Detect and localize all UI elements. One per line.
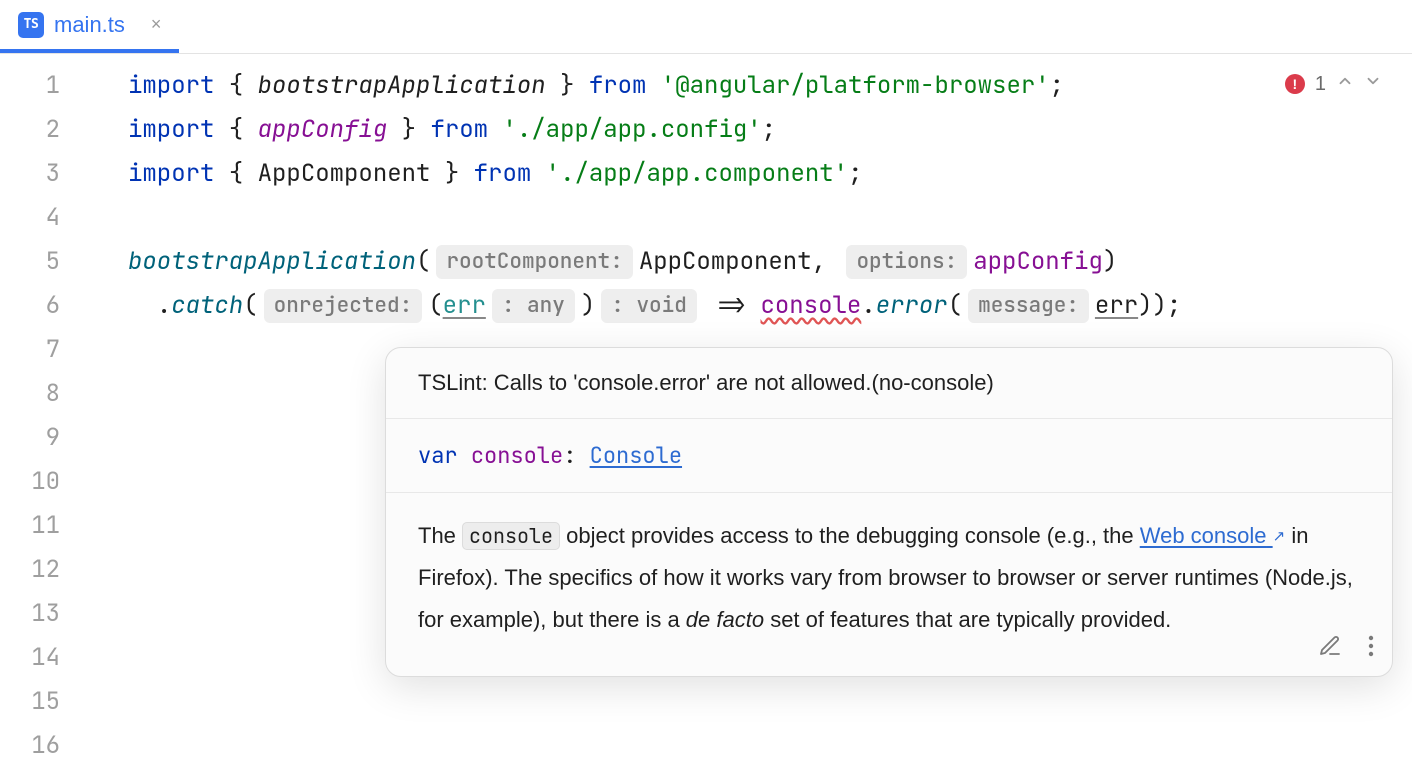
- inlay-hint: message:: [968, 289, 1089, 323]
- code-line: import { appConfig } from './app/app.con…: [128, 108, 1412, 152]
- editor-tab-main-ts[interactable]: TS main.ts ×: [0, 0, 179, 53]
- documentation-popup: TSLint: Calls to 'console.error' are not…: [385, 347, 1393, 677]
- edit-icon[interactable]: [1318, 634, 1342, 658]
- tab-filename: main.ts: [54, 12, 125, 38]
- code-line: bootstrapApplication(rootComponent:AppCo…: [128, 240, 1412, 284]
- more-icon[interactable]: [1368, 634, 1374, 658]
- external-link-icon: ↗: [1273, 523, 1286, 552]
- code-line: import { bootstrapApplication } from '@a…: [128, 64, 1412, 108]
- lint-message: TSLint: Calls to 'console.error' are not…: [386, 348, 1392, 418]
- typescript-file-icon: TS: [18, 12, 44, 38]
- inlay-hint: rootComponent:: [436, 245, 632, 279]
- type-link[interactable]: Console: [590, 441, 682, 470]
- inlay-hint: : void: [601, 289, 697, 323]
- code-line: .catch(onrejected:(err: any): void => co…: [128, 284, 1412, 328]
- web-console-link[interactable]: Web console ↗: [1140, 523, 1285, 548]
- inlay-hint: : any: [492, 289, 575, 323]
- type-signature: var console: Console: [386, 418, 1392, 492]
- doc-description: The console object provides access to th…: [386, 492, 1392, 676]
- editor-tabbar: TS main.ts ×: [0, 0, 1412, 54]
- code-chip: console: [462, 522, 560, 550]
- close-icon[interactable]: ×: [151, 14, 162, 35]
- inlay-hint: options:: [846, 245, 967, 279]
- code-line: import { AppComponent } from './app/app.…: [128, 152, 1412, 196]
- line-number-gutter: 1234 5678 9101112 13141516: [0, 54, 78, 780]
- inlay-hint: onrejected:: [264, 289, 423, 323]
